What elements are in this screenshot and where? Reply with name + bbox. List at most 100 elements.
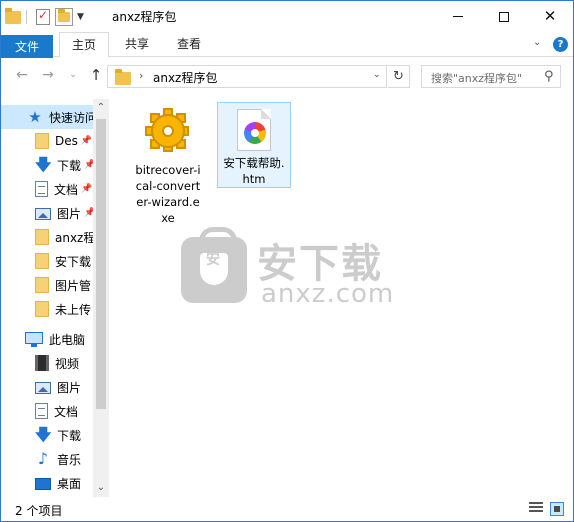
customize-toolbar-chevron-icon[interactable]: ▼ (77, 12, 84, 22)
nav-label: 下载 (57, 158, 82, 173)
nav-quick-access[interactable]: ★ 快速访问 (1, 105, 93, 129)
search-input[interactable]: 搜索"anxz程序包" ⚲ (421, 65, 561, 88)
nav-item-not-uploaded[interactable]: 未上传 (1, 297, 93, 321)
nav-item-anxiazai[interactable]: 安下载 (1, 249, 93, 273)
forward-arrow-icon[interactable]: → (39, 66, 57, 84)
navigation-bar: ← → ⌄ ↑ › anxz程序包 ⌄ ↻ 搜索"anxz程序包" ⚲ (1, 58, 573, 94)
nav-item-pictures[interactable]: 图片 📌 (1, 201, 93, 225)
close-button[interactable]: ✕ (527, 1, 573, 32)
address-history-chevron-icon[interactable]: ⌄ (373, 70, 381, 80)
document-icon (35, 403, 48, 419)
pin-icon[interactable]: 📌 (81, 136, 92, 146)
file-name: 安下载帮助.htm (223, 156, 285, 186)
nav-item-picture-manager[interactable]: 图片管 (1, 273, 93, 297)
search-icon: ⚲ (544, 69, 554, 84)
document-icon (35, 181, 48, 197)
refresh-icon: ↻ (393, 69, 404, 84)
file-item-exe[interactable]: bitrecover-ical-converter-wizard.exe (131, 102, 205, 232)
desktop-icon (35, 478, 51, 490)
nav-item-pc-pictures[interactable]: 图片 (1, 375, 93, 399)
status-bar: 2 个项目 (1, 497, 573, 521)
back-arrow-icon[interactable]: ← (13, 66, 31, 84)
picture-icon (35, 208, 51, 220)
picture-icon (35, 382, 51, 394)
video-icon (35, 355, 49, 371)
properties-icon[interactable] (36, 8, 50, 25)
new-folder-button[interactable] (55, 8, 73, 26)
folder-icon (35, 277, 49, 293)
tab-view[interactable]: 查看 (164, 32, 214, 57)
nav-label: 下载 (57, 428, 82, 443)
pin-icon[interactable]: 📌 (84, 208, 93, 218)
nav-item-pc-downloads[interactable]: 🡇 下载 (1, 423, 93, 447)
expand-ribbon-chevron-icon[interactable]: ⌄ (533, 37, 541, 48)
nav-label: 视频 (55, 356, 80, 371)
tab-file[interactable]: 文件 (1, 35, 53, 60)
maximize-button[interactable] (481, 1, 527, 32)
refresh-button[interactable]: ↻ (388, 65, 410, 88)
toolbar-separator (26, 10, 27, 24)
nav-label: 文档 (54, 182, 79, 197)
star-icon: ★ (28, 108, 42, 126)
pin-icon[interactable]: 📌 (81, 184, 92, 194)
file-item-htm[interactable]: 安下载帮助.htm (217, 102, 291, 188)
watermark-badge: 安 (206, 252, 220, 268)
address-bar[interactable]: › anxz程序包 ⌄ (107, 65, 387, 88)
nav-label: 桌面 (57, 476, 82, 491)
scroll-down-chevron-icon[interactable]: ⌄ (93, 481, 109, 495)
title-bar: ▼ anxz程序包 ✕ (1, 1, 573, 32)
download-icon: 🡇 (35, 155, 52, 174)
computer-icon (25, 332, 43, 347)
nav-label: 图片 (57, 206, 82, 221)
file-name: bitrecover-ical-converter-wizard.exe (135, 163, 201, 225)
folder-icon (35, 133, 49, 149)
nav-label: 此电脑 (49, 332, 86, 347)
nav-item-desktop-pc[interactable]: 桌面 (1, 471, 93, 495)
minimize-button[interactable] (435, 1, 481, 32)
breadcrumb-current[interactable]: anxz程序包 (153, 69, 217, 86)
ribbon-tabs: 文件 主页 共享 查看 ⌄ ? (1, 32, 573, 60)
nav-label: 未上传 (55, 302, 92, 317)
folder-icon (5, 7, 21, 24)
recent-locations-chevron-icon[interactable]: ⌄ (64, 66, 82, 84)
pin-icon[interactable]: 📌 (84, 160, 93, 170)
nav-item-desktop[interactable]: Des 📌 (1, 129, 93, 153)
folder-icon (35, 301, 49, 317)
tab-share[interactable]: 共享 (113, 32, 161, 57)
large-icons-view-icon[interactable] (550, 502, 564, 516)
watermark-logo: 安 安下载 anxz.com (181, 227, 431, 311)
file-list[interactable]: bitrecover-ical-converter-wizard.exe 安下载… (109, 99, 573, 497)
tab-home[interactable]: 主页 (59, 32, 109, 58)
download-icon: 🡇 (35, 425, 52, 444)
details-view-icon[interactable] (529, 502, 543, 516)
music-icon: ♪ (37, 449, 49, 468)
nav-label: 安下载 (55, 254, 92, 269)
minimize-icon (453, 16, 463, 17)
nav-label: 快速访问 (49, 110, 93, 125)
nav-item-videos[interactable]: 视频 (1, 351, 93, 375)
search-placeholder: 搜索"anxz程序包" (431, 72, 523, 85)
scroll-up-chevron-icon[interactable]: ⌃ (93, 101, 109, 115)
breadcrumb-chevron-icon[interactable]: › (139, 69, 143, 82)
nav-item-music[interactable]: ♪ 音乐 (1, 447, 93, 471)
nav-this-pc[interactable]: 此电脑 (1, 327, 93, 351)
nav-item-downloads[interactable]: 🡇 下载 📌 (1, 153, 93, 177)
scroll-thumb[interactable] (96, 119, 106, 409)
nav-item-documents[interactable]: 文档 📌 (1, 177, 93, 201)
nav-scrollbar[interactable]: ⌃ ⌄ (93, 99, 109, 497)
nav-label: Des (55, 134, 78, 148)
nav-item-pc-documents[interactable]: 文档 (1, 399, 93, 423)
close-icon: ✕ (543, 7, 557, 25)
maximize-icon (499, 11, 509, 22)
htm-file-icon (237, 109, 271, 151)
watermark-bag-icon: 安 (181, 227, 247, 303)
explorer-window: ▼ anxz程序包 ✕ 文件 主页 共享 查看 ⌄ ? ← → ⌄ ↑ › an… (0, 0, 574, 522)
nav-item-anxz[interactable]: anxz程 (1, 225, 93, 249)
nav-label: 音乐 (57, 452, 82, 467)
help-icon[interactable]: ? (553, 37, 568, 52)
window-title: anxz程序包 (112, 10, 177, 24)
up-arrow-icon[interactable]: ↑ (87, 66, 105, 84)
nav-label: 图片 (57, 380, 82, 395)
watermark-text-en: anxz.com (261, 279, 395, 309)
nav-label: 文档 (54, 404, 79, 419)
